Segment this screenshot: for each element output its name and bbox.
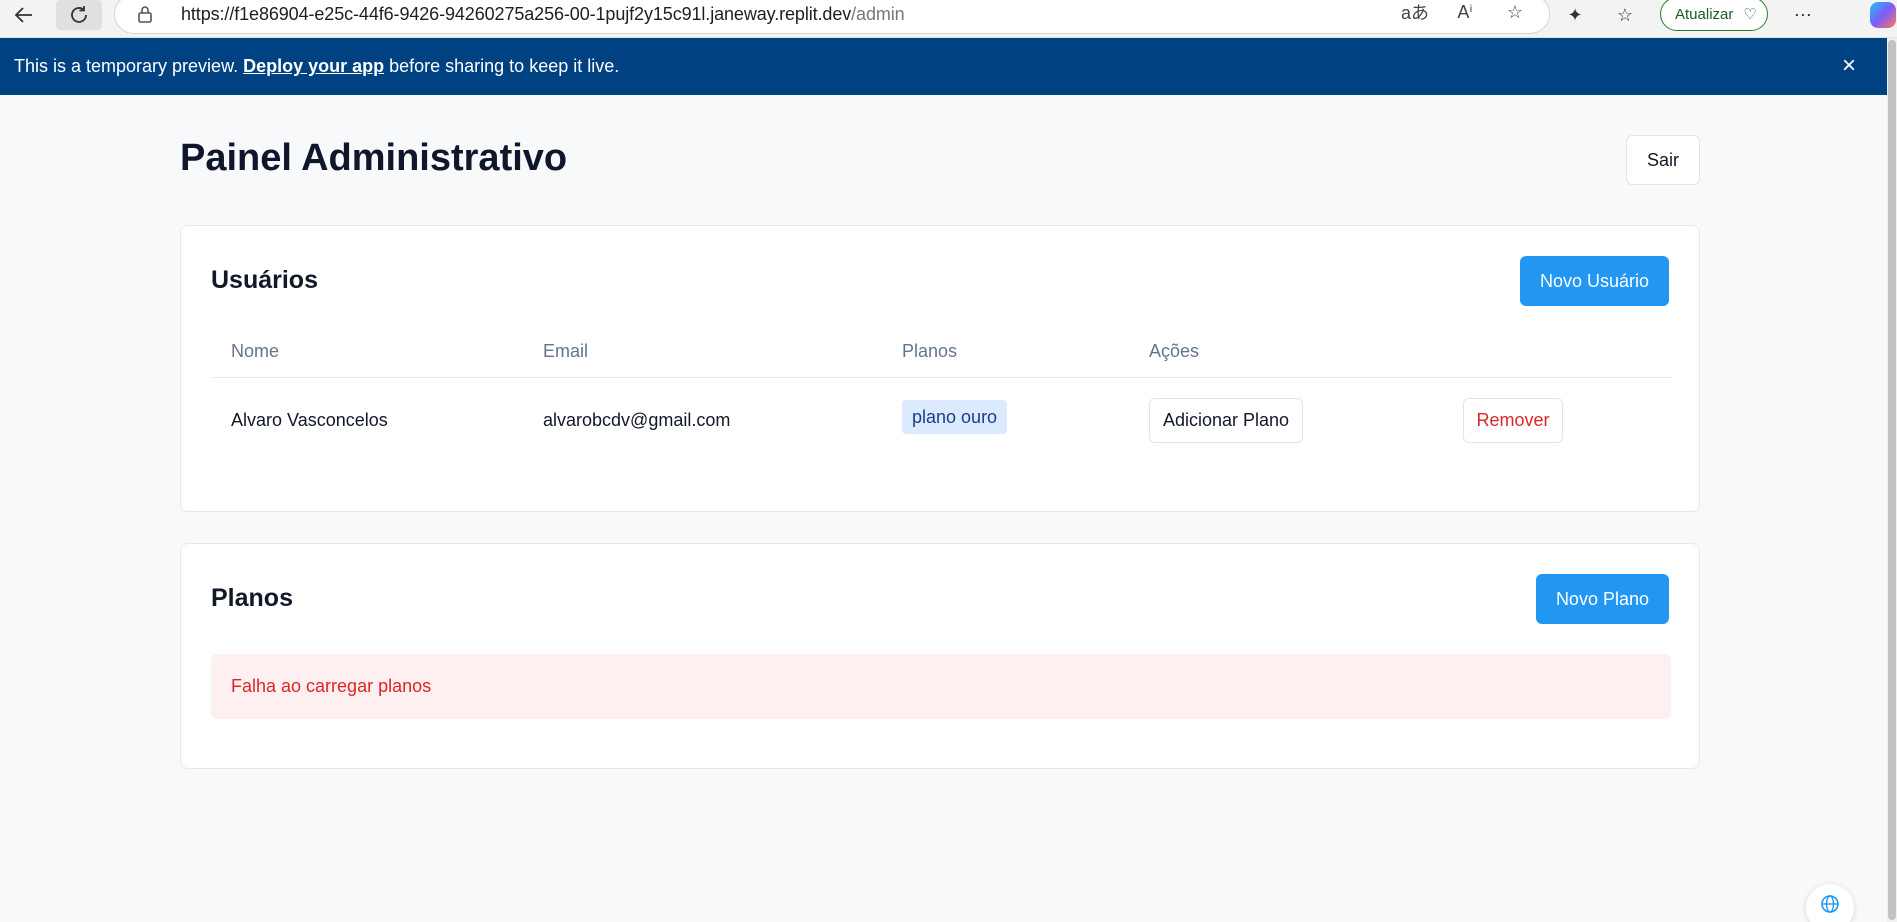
column-header-actions: Ações (1149, 341, 1200, 361)
plans-card: Planos Novo Plano Falha ao carregar plan… (180, 543, 1700, 769)
close-icon[interactable]: × (1837, 54, 1861, 78)
page-title: Painel Administrativo (180, 137, 568, 179)
table-header: Nome Email Planos Ações (211, 326, 1671, 378)
deploy-link[interactable]: Deploy your app (243, 56, 384, 77)
add-plan-button[interactable]: Adicionar Plano (1149, 398, 1303, 443)
new-user-button[interactable]: Novo Usuário (1519, 256, 1669, 306)
remove-user-button[interactable]: Remover (1463, 398, 1563, 443)
column-header-name: Nome (231, 341, 280, 361)
plan-badge: plano ouro (902, 400, 1008, 434)
column-header-email: Email (543, 341, 589, 361)
address-bar[interactable]: https://f1e86904-e25c-44f6-9426-94260275… (114, 0, 1550, 34)
plans-error-message: Falha ao carregar planos (211, 654, 1671, 719)
globe-icon[interactable] (1806, 884, 1854, 922)
scrollbar[interactable] (1887, 38, 1897, 922)
lock-icon (137, 5, 161, 23)
url-path: /admin (851, 3, 905, 24)
back-icon[interactable] (4, 0, 44, 30)
favorites-icon[interactable]: ☆ (1610, 0, 1640, 30)
browser-toolbar: https://f1e86904-e25c-44f6-9426-94260275… (0, 0, 1897, 38)
admin-page: Painel Administrativo Sair Usuários Novo… (180, 95, 1700, 769)
banner-text-after: before sharing to keep it live. (389, 56, 620, 76)
page-header: Painel Administrativo Sair (180, 95, 1700, 225)
user-name: Alvaro Vasconcelos (231, 410, 388, 430)
more-icon[interactable]: ⋯ (1788, 0, 1818, 30)
health-icon: ♡ (1743, 6, 1757, 23)
copilot-icon[interactable] (1870, 2, 1896, 28)
preview-banner: This is a temporary preview. Deploy your… (0, 38, 1887, 95)
url-host: https://f1e86904-e25c-44f6-9426-94260275… (181, 3, 852, 24)
users-table: Nome Email Planos Ações Alvaro Vasconcel… (211, 326, 1671, 464)
logout-button[interactable]: Sair (1626, 135, 1700, 185)
plans-title: Planos (211, 584, 293, 612)
banner-text-before: This is a temporary preview. (14, 56, 239, 76)
users-card: Usuários Novo Usuário Nome Email Planos … (180, 225, 1700, 512)
update-button[interactable]: Atualizar ♡ (1660, 0, 1768, 31)
table-row: Alvaro Vasconcelos alvarobcdv@gmail.com … (211, 378, 1671, 464)
update-label: Atualizar (1675, 5, 1734, 23)
scrollbar-thumb[interactable] (1888, 40, 1896, 920)
reload-icon[interactable] (56, 0, 102, 30)
users-title: Usuários (211, 266, 318, 294)
extensions-icon[interactable]: ✦ (1560, 0, 1590, 30)
translate-icon[interactable]: aあ (1399, 0, 1431, 25)
read-aloud-icon[interactable]: Aⁱ (1449, 2, 1481, 23)
user-email: alvarobcdv@gmail.com (543, 410, 731, 430)
favorite-star-icon[interactable]: ☆ (1499, 2, 1531, 23)
url-text: https://f1e86904-e25c-44f6-9426-94260275… (181, 4, 905, 25)
new-plan-button[interactable]: Novo Plano (1535, 574, 1669, 624)
column-header-plans: Planos (902, 341, 958, 361)
